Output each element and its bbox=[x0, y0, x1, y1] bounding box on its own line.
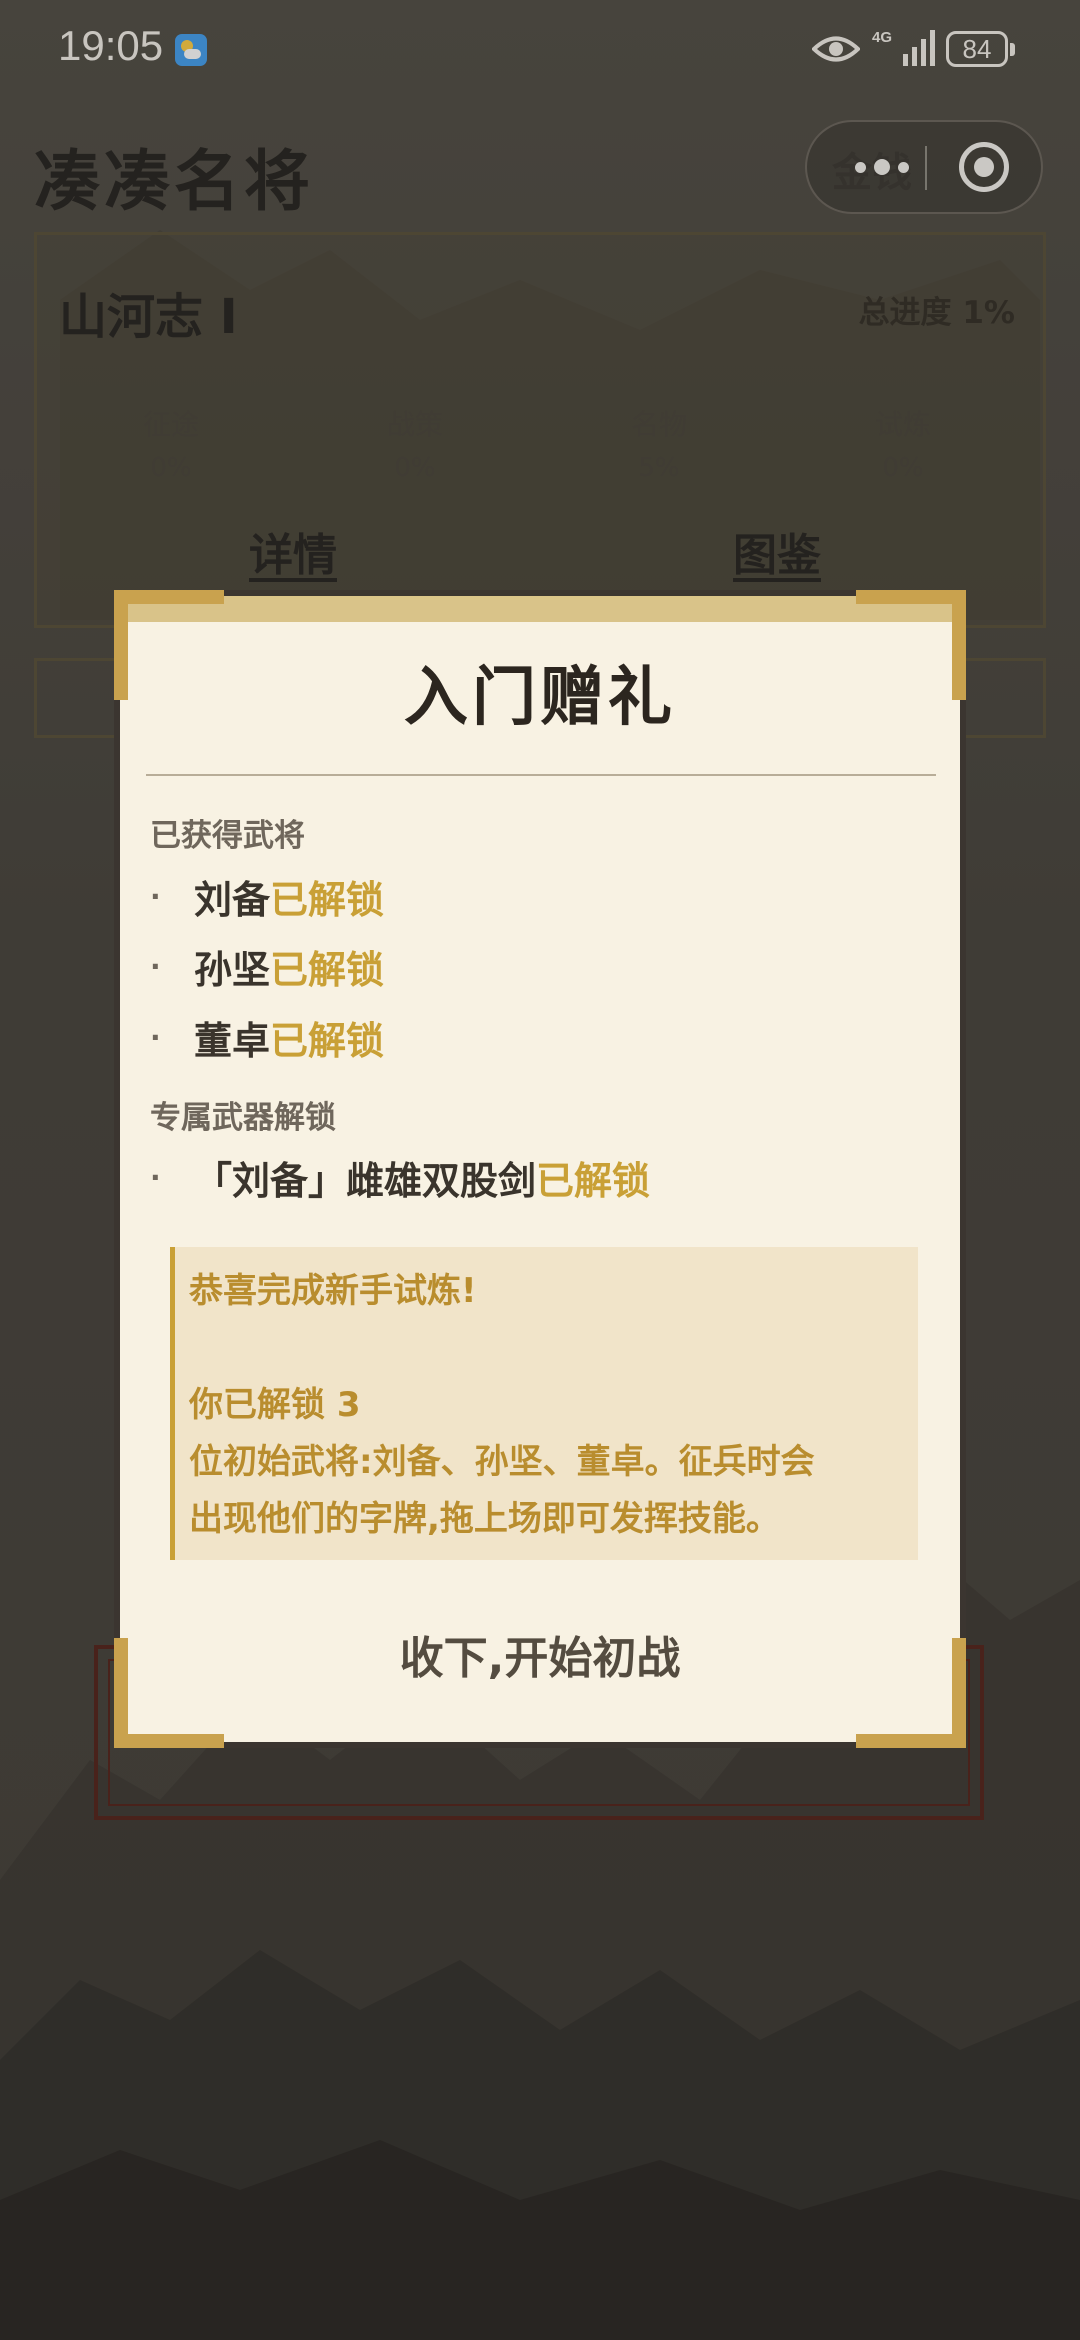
general-name: 刘备 bbox=[194, 877, 271, 922]
modal-top-band bbox=[120, 596, 960, 622]
accept-start-battle-button[interactable]: 收下,开始初战 bbox=[120, 1614, 960, 1704]
starter-gift-modal: 入门赠礼 已获得武将 · 刘备 已解锁 · 孙坚 已解锁 · 董卓 已解锁 专属… bbox=[114, 590, 966, 1748]
bullet: · bbox=[150, 1020, 161, 1054]
modal-divider bbox=[146, 774, 936, 776]
bullet: · bbox=[150, 879, 161, 913]
general-item: · 孙坚 已解锁 bbox=[150, 936, 384, 996]
notice-line: 出现他们的字牌,拖上场即可发挥技能。 bbox=[189, 1499, 780, 1539]
bullet: · bbox=[150, 949, 161, 983]
notice-line: 你已解锁 3 bbox=[189, 1385, 361, 1425]
general-name: 董卓 bbox=[194, 1018, 271, 1063]
weapon-item: · 「刘备」雌雄双股剑 已解锁 bbox=[150, 1147, 650, 1207]
notice-line: 位初始武将:刘备、孙坚、董卓。征兵时会 bbox=[189, 1442, 815, 1482]
unlocked-label: 已解锁 bbox=[270, 1018, 385, 1063]
unlocked-label: 已解锁 bbox=[270, 877, 385, 922]
unlocked-label: 已解锁 bbox=[270, 947, 385, 992]
bullet: · bbox=[150, 1160, 161, 1194]
screen: 19:05 4G 84 凑凑名将 金钱 山河志 I 总进度 1% 征途 0% bbox=[0, 0, 1080, 2340]
notice-box: 恭喜完成新手试炼! 你已解锁 3 位初始武将:刘备、孙坚、董卓。征兵时会 出现他… bbox=[170, 1247, 918, 1560]
notice-line: 恭喜完成新手试炼! bbox=[189, 1271, 477, 1311]
generals-section-label: 已获得武将 bbox=[150, 818, 305, 854]
unlocked-label: 已解锁 bbox=[536, 1158, 651, 1203]
modal-title: 入门赠礼 bbox=[404, 661, 676, 735]
weapon-name: 「刘备」雌雄双股剑 bbox=[194, 1158, 537, 1203]
general-item: · 刘备 已解锁 bbox=[150, 866, 384, 926]
general-name: 孙坚 bbox=[194, 947, 271, 992]
general-item: · 董卓 已解锁 bbox=[150, 1007, 384, 1067]
weapons-section-label: 专属武器解锁 bbox=[150, 1100, 336, 1136]
